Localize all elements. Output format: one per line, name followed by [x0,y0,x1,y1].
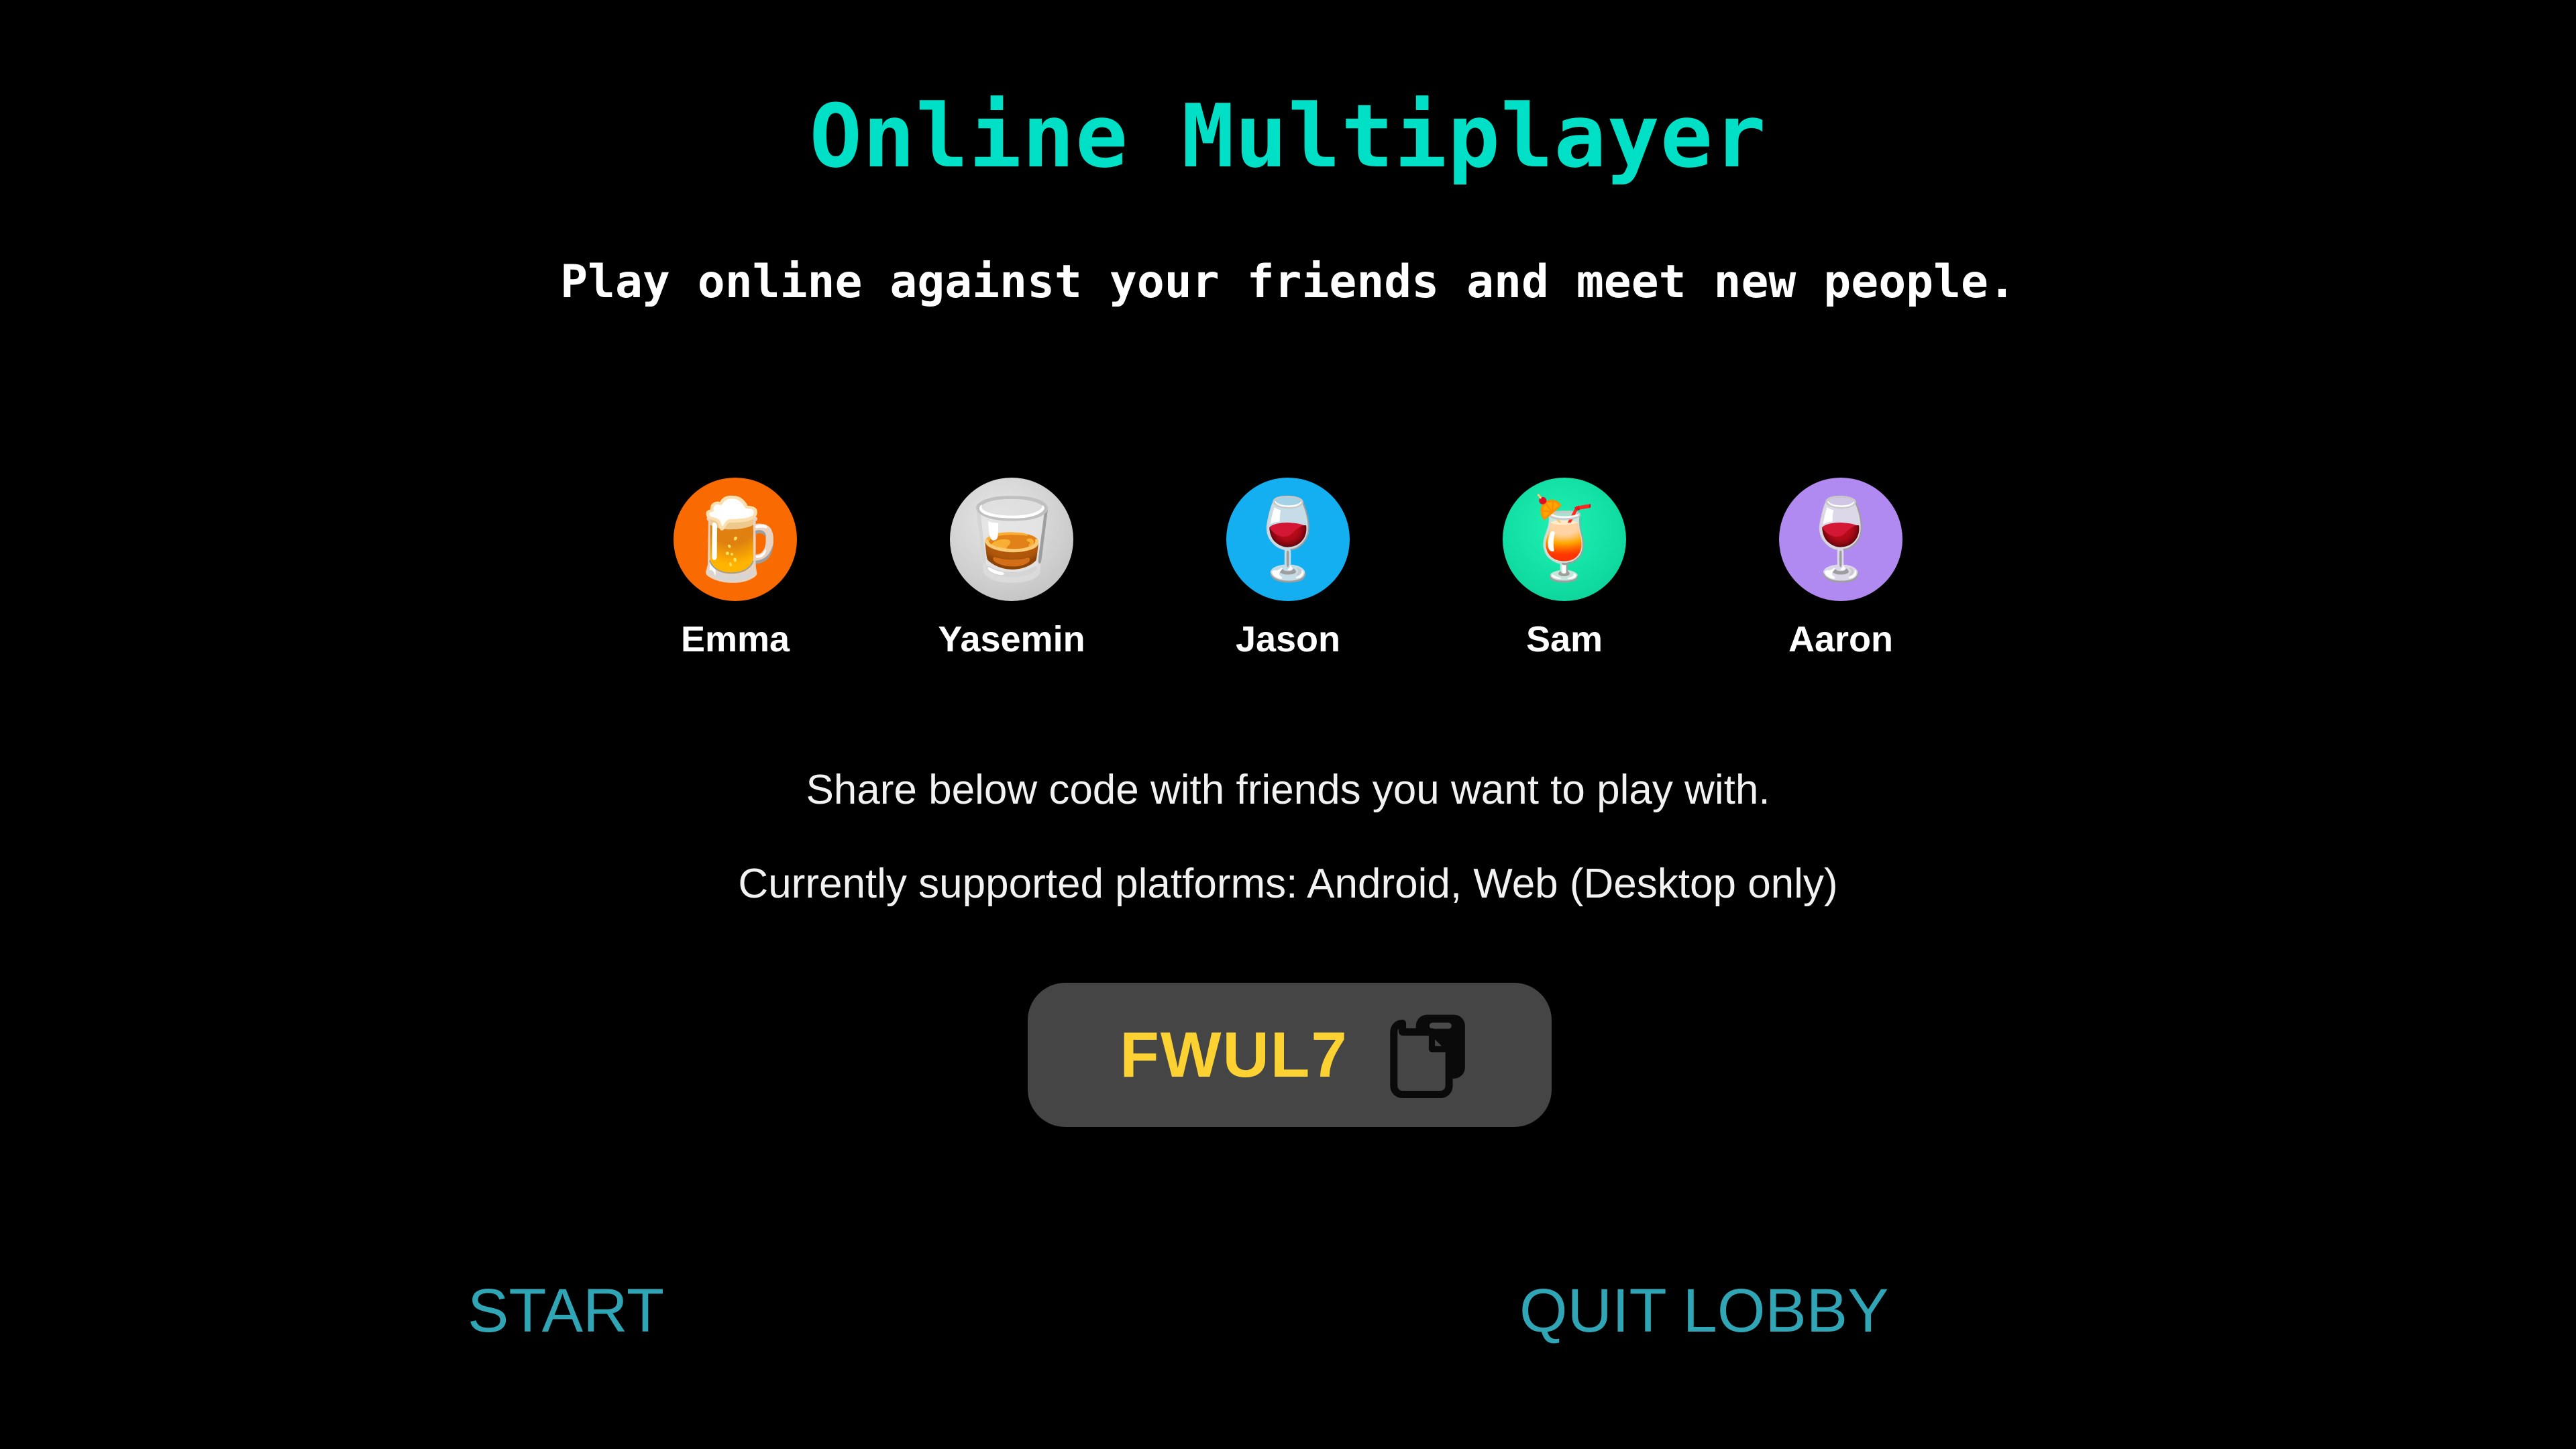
supported-platforms-note: Currently supported platforms: Android, … [738,861,1838,907]
player-item: 🍹 Sam [1471,478,1658,660]
share-code-instruction: Share below code with friends you want t… [806,767,1770,813]
page-subtitle: Play online against your friends and mee… [560,256,2016,309]
avatar: 🍺 [674,478,797,601]
copy-icon[interactable] [1389,1012,1468,1098]
page-title: Online Multiplayer [809,85,1767,187]
quit-lobby-button[interactable]: QUIT LOBBY [1519,1273,1888,1348]
rose-wine-glass-icon: 🍷 [1791,495,1890,584]
player-item: 🍷 Jason [1195,478,1381,660]
whiskey-tumbler-icon: 🥃 [962,495,1061,584]
avatar: 🍷 [1779,478,1902,601]
lobby-code-text: FWUL7 [1120,1018,1348,1091]
player-item: 🥃 Yasemin [918,478,1105,660]
red-wine-glass-icon: 🍷 [1238,495,1338,584]
lobby-code-copy-button[interactable]: FWUL7 [1028,983,1552,1127]
player-name: Yasemin [938,619,1085,659]
player-name: Aaron [1788,619,1893,659]
player-item: 🍷 Aaron [1748,478,1934,660]
avatar: 🥃 [950,478,1073,601]
avatar: 🍹 [1503,478,1626,601]
tropical-drink-icon: 🍹 [1515,495,1614,584]
online-multiplayer-screen: Online Multiplayer Play online against y… [0,0,2576,1449]
player-name: Emma [680,619,790,659]
player-item: 🍺 Emma [642,478,828,660]
player-name: Jason [1235,619,1341,659]
player-list: 🍺 Emma 🥃 Yasemin 🍷 Jason 🍹 Sam 🍷 Aaron [0,478,2576,660]
player-name: Sam [1525,619,1603,659]
beer-mug-icon: 🍺 [686,495,785,584]
action-bar: START QUIT LOBBY [0,1273,2576,1360]
start-button[interactable]: START [468,1273,664,1348]
avatar: 🍷 [1226,478,1350,601]
